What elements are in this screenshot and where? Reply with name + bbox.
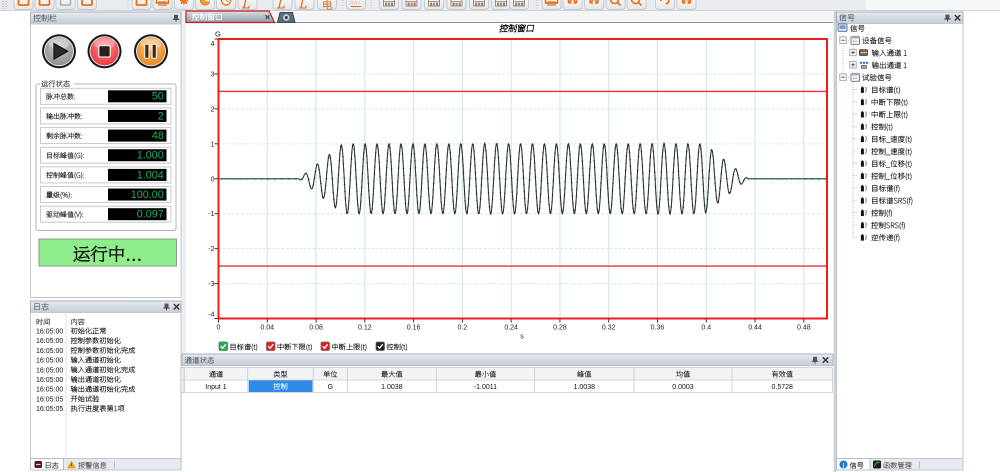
svg-text:2: 2 [158, 110, 164, 122]
svg-text:0.0003: 0.0003 [672, 384, 694, 391]
svg-text:Input 1: Input 1 [205, 384, 227, 391]
svg-text:50: 50 [152, 91, 164, 103]
svg-text:16:05:00: 16:05:00 [36, 348, 63, 355]
svg-text:0: 0 [211, 176, 215, 183]
svg-text:-4: -4 [208, 312, 214, 319]
svg-text:1.000: 1.000 [137, 150, 164, 162]
svg-text:1.0038: 1.0038 [574, 384, 596, 391]
svg-text:16:05:05: 16:05:05 [36, 396, 63, 403]
svg-text:0.4: 0.4 [701, 325, 711, 332]
svg-text:16:05:00: 16:05:00 [36, 358, 63, 365]
svg-text:3: 3 [211, 71, 215, 78]
svg-text:0: 0 [217, 325, 221, 332]
svg-text:i: i [843, 462, 845, 469]
svg-text:4: 4 [211, 41, 215, 48]
svg-text:-1: -1 [208, 211, 214, 218]
svg-text:s: s [520, 334, 524, 341]
svg-text:0.5728: 0.5728 [772, 384, 794, 391]
svg-text:1: 1 [211, 141, 215, 148]
svg-text:16:05:00: 16:05:00 [36, 387, 63, 394]
svg-text:G: G [328, 384, 333, 391]
svg-text:0.44: 0.44 [748, 325, 762, 332]
svg-text:0.08: 0.08 [309, 325, 323, 332]
svg-text:1.0038: 1.0038 [381, 384, 403, 391]
svg-text:0.28: 0.28 [553, 325, 567, 332]
svg-text:1.004: 1.004 [137, 169, 164, 181]
svg-text:0.16: 0.16 [407, 325, 421, 332]
svg-text:G: G [215, 30, 221, 39]
svg-text:16:05:00: 16:05:00 [36, 329, 63, 336]
svg-text:0.097: 0.097 [137, 209, 164, 221]
svg-text:16:05:05: 16:05:05 [36, 406, 63, 413]
svg-text:0.12: 0.12 [358, 325, 372, 332]
svg-text:100.00: 100.00 [131, 189, 164, 201]
svg-text:16:05:00: 16:05:00 [36, 377, 63, 384]
svg-text:-2: -2 [208, 246, 214, 253]
svg-text:2: 2 [211, 106, 215, 113]
svg-text:0.32: 0.32 [602, 325, 616, 332]
svg-text:0.24: 0.24 [504, 325, 518, 332]
svg-text:16:05:00: 16:05:00 [36, 367, 63, 374]
svg-text:-1.0011: -1.0011 [474, 384, 497, 391]
svg-text:-3: -3 [208, 281, 214, 288]
svg-text:0.36: 0.36 [651, 325, 665, 332]
svg-text:0.04: 0.04 [260, 325, 274, 332]
svg-text:0.48: 0.48 [797, 325, 811, 332]
svg-text:0.2: 0.2 [458, 325, 468, 332]
svg-text:48: 48 [152, 130, 164, 142]
svg-text:16:05:00: 16:05:00 [36, 338, 63, 345]
